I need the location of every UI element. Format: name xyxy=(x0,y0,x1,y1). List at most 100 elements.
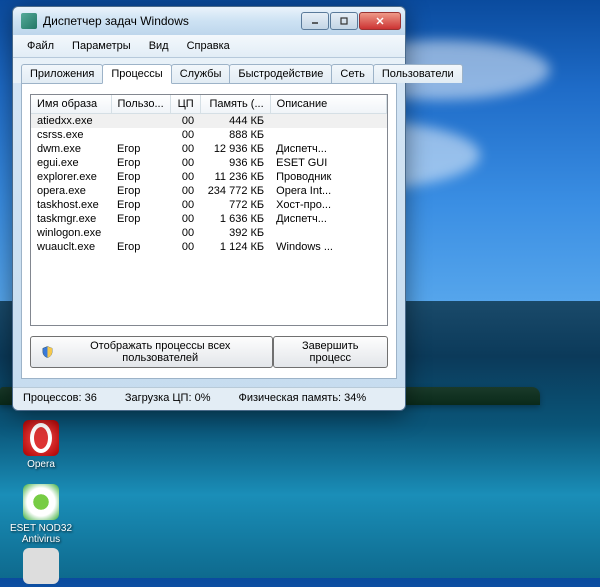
close-button[interactable] xyxy=(359,12,401,30)
cell-desc: Диспетч... xyxy=(270,142,386,156)
cell-cpu: 00 xyxy=(170,212,200,226)
cell-cpu: 00 xyxy=(170,184,200,198)
process-table-wrap: Имя образа Пользо... ЦП Память (... Опис… xyxy=(30,94,388,326)
app-icon xyxy=(21,13,37,29)
tab-services[interactable]: Службы xyxy=(171,64,231,83)
cell-name: wuauclt.exe xyxy=(31,240,111,254)
cell-cpu: 00 xyxy=(170,226,200,240)
cell-user: Егор xyxy=(111,170,170,184)
table-row[interactable]: atiedxx.exe00444 КБ xyxy=(31,114,387,129)
tabbar: Приложения Процессы Службы Быстродействи… xyxy=(13,58,405,83)
cell-cpu: 00 xyxy=(170,198,200,212)
cell-desc xyxy=(270,226,386,240)
cell-cpu: 00 xyxy=(170,128,200,142)
cell-user: Егор xyxy=(111,240,170,254)
tab-content: Имя образа Пользо... ЦП Память (... Опис… xyxy=(21,83,397,379)
menu-help[interactable]: Справка xyxy=(179,38,238,54)
end-process-button[interactable]: Завершить процесс xyxy=(273,336,388,368)
status-memory: Физическая память: 34% xyxy=(238,392,366,404)
tab-users[interactable]: Пользователи xyxy=(373,64,463,83)
cell-desc xyxy=(270,114,386,129)
button-label: Завершить процесс xyxy=(284,340,377,364)
cell-mem: 392 КБ xyxy=(200,226,270,240)
cell-desc xyxy=(270,128,386,142)
cell-desc: Хост-про... xyxy=(270,198,386,212)
cell-name: dwm.exe xyxy=(31,142,111,156)
cell-cpu: 00 xyxy=(170,170,200,184)
cell-name: taskmgr.exe xyxy=(31,212,111,226)
desktop-icon-eset[interactable]: ESET NOD32 Antivirus xyxy=(6,484,76,545)
table-row[interactable]: csrss.exe 00888 КБ xyxy=(31,128,387,142)
cell-cpu: 00 xyxy=(170,156,200,170)
cell-mem: 772 КБ xyxy=(200,198,270,212)
eset-icon xyxy=(23,484,59,520)
table-row[interactable]: opera.exeЕгор00234 772 КБOpera Int... xyxy=(31,184,387,198)
cell-user xyxy=(111,114,170,129)
status-cpu: Загрузка ЦП: 0% xyxy=(125,392,211,404)
tab-applications[interactable]: Приложения xyxy=(21,64,103,83)
tab-performance[interactable]: Быстродействие xyxy=(229,64,332,83)
table-row[interactable]: taskmgr.exeЕгор001 636 КБДиспетч... xyxy=(31,212,387,226)
cell-name: taskhost.exe xyxy=(31,198,111,212)
cell-mem: 12 936 КБ xyxy=(200,142,270,156)
tab-processes[interactable]: Процессы xyxy=(102,64,171,84)
cell-name: egui.exe xyxy=(31,156,111,170)
col-cpu[interactable]: ЦП xyxy=(170,95,200,114)
menu-file[interactable]: Файл xyxy=(19,38,62,54)
cell-desc: Проводник xyxy=(270,170,386,184)
table-row[interactable]: dwm.exeЕгор0012 936 КБДиспетч... xyxy=(31,142,387,156)
cell-mem: 234 772 КБ xyxy=(200,184,270,198)
window-title: Диспетчер задач Windows xyxy=(43,14,300,28)
desktop-icon-label: ESET NOD32 Antivirus xyxy=(6,523,76,545)
col-description[interactable]: Описание xyxy=(270,95,386,114)
cell-mem: 888 КБ xyxy=(200,128,270,142)
menu-view[interactable]: Вид xyxy=(141,38,177,54)
cell-name: opera.exe xyxy=(31,184,111,198)
tab-networking[interactable]: Сеть xyxy=(331,64,373,83)
task-manager-window: Диспетчер задач Windows Файл Параметры В… xyxy=(12,6,406,411)
cell-user xyxy=(111,128,170,142)
titlebar[interactable]: Диспетчер задач Windows xyxy=(13,7,405,35)
col-user[interactable]: Пользо... xyxy=(111,95,170,114)
cell-mem: 1 124 КБ xyxy=(200,240,270,254)
cell-user: Егор xyxy=(111,184,170,198)
cell-cpu: 00 xyxy=(170,114,200,129)
cell-name: explorer.exe xyxy=(31,170,111,184)
unknown-icon xyxy=(23,548,59,584)
table-row[interactable]: wuauclt.exeЕгор001 124 КБWindows ... xyxy=(31,240,387,254)
cell-cpu: 00 xyxy=(170,240,200,254)
minimize-button[interactable] xyxy=(301,12,329,30)
cell-desc: Диспетч... xyxy=(270,212,386,226)
button-label: Отображать процессы всех пользователей xyxy=(59,340,262,364)
opera-icon xyxy=(23,420,59,456)
statusbar: Процессов: 36 Загрузка ЦП: 0% Физическая… xyxy=(13,387,405,410)
menu-options[interactable]: Параметры xyxy=(64,38,139,54)
desktop-icon-label: Opera xyxy=(6,459,76,470)
col-image-name[interactable]: Имя образа xyxy=(31,95,111,114)
table-row[interactable]: egui.exeЕгор00936 КБESET GUI xyxy=(31,156,387,170)
cell-mem: 936 КБ xyxy=(200,156,270,170)
cell-name: csrss.exe xyxy=(31,128,111,142)
col-memory[interactable]: Память (... xyxy=(200,95,270,114)
cell-user: Егор xyxy=(111,142,170,156)
show-all-users-button[interactable]: Отображать процессы всех пользователей xyxy=(30,336,273,368)
cell-name: atiedxx.exe xyxy=(31,114,111,129)
cell-name: winlogon.exe xyxy=(31,226,111,240)
shield-icon xyxy=(41,345,54,359)
cell-cpu: 00 xyxy=(170,142,200,156)
cell-user: Егор xyxy=(111,212,170,226)
table-row[interactable]: winlogon.exe 00392 КБ xyxy=(31,226,387,240)
desktop-icon-opera[interactable]: Opera xyxy=(6,420,76,470)
cell-desc: Windows ... xyxy=(270,240,386,254)
cell-mem: 11 236 КБ xyxy=(200,170,270,184)
desktop-icon-unknown[interactable] xyxy=(6,548,76,587)
maximize-button[interactable] xyxy=(330,12,358,30)
cell-user xyxy=(111,226,170,240)
menubar: Файл Параметры Вид Справка xyxy=(13,35,405,58)
status-processes: Процессов: 36 xyxy=(23,392,97,404)
cell-user: Егор xyxy=(111,156,170,170)
cell-user: Егор xyxy=(111,198,170,212)
cell-desc: ESET GUI xyxy=(270,156,386,170)
table-row[interactable]: explorer.exeЕгор0011 236 КБПроводник xyxy=(31,170,387,184)
table-row[interactable]: taskhost.exeЕгор00772 КБХост-про... xyxy=(31,198,387,212)
